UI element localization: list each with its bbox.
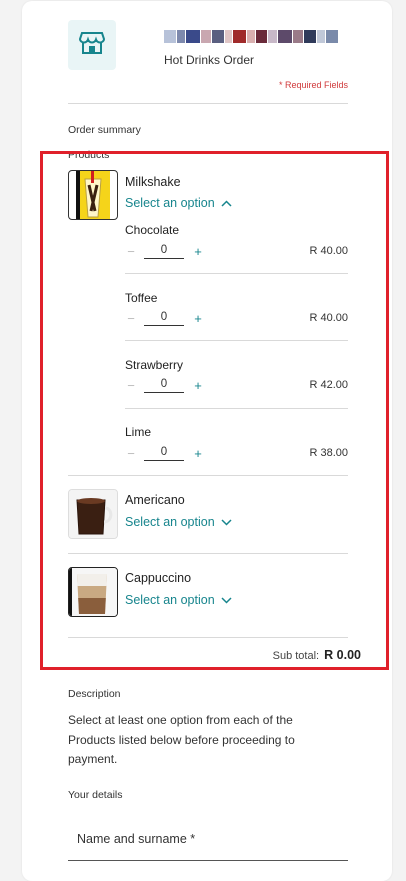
store-subtitle: Hot Drinks Order bbox=[164, 53, 255, 67]
storefront-icon bbox=[78, 31, 106, 60]
highlight-box bbox=[40, 151, 389, 670]
order-summary-title: Order summary bbox=[68, 124, 141, 136]
description-text: Select at least one option from each of … bbox=[68, 713, 295, 766]
name-surname-label: Name and surname * bbox=[77, 832, 196, 846]
header-divider bbox=[68, 103, 348, 104]
store-name-redacted bbox=[164, 28, 338, 44]
description-title: Description bbox=[68, 688, 121, 700]
store-logo bbox=[68, 20, 116, 70]
your-details-title: Your details bbox=[68, 789, 123, 801]
required-fields-note: * Required Fields bbox=[278, 80, 348, 90]
name-surname-field[interactable]: Name and surname * bbox=[68, 822, 348, 861]
